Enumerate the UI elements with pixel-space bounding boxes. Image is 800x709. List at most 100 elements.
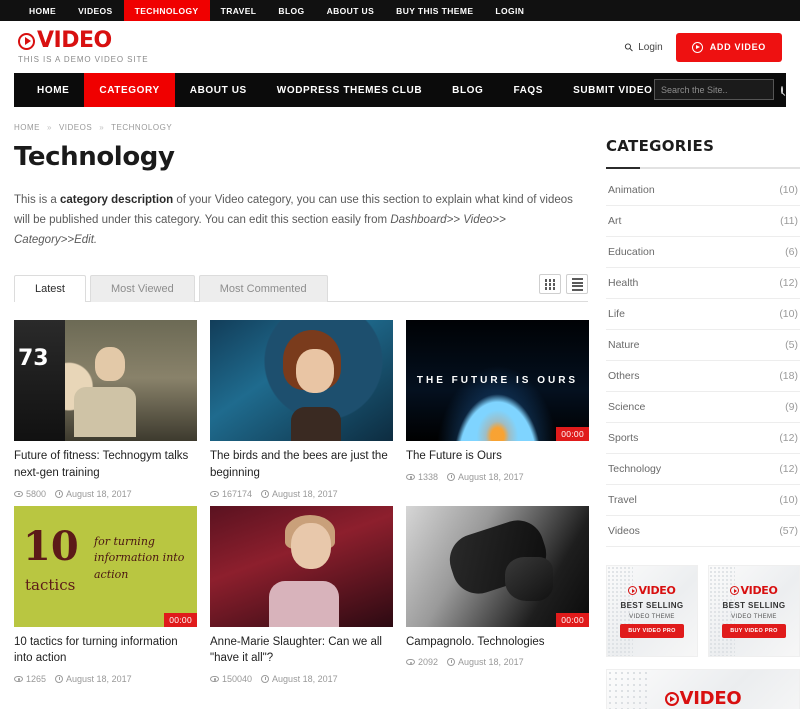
topbar-item-technology[interactable]: TECHNOLOGY — [123, 0, 210, 21]
buy-video-pro-button[interactable]: BUY VIDEO PRO — [722, 624, 786, 638]
category-count: (12) — [779, 463, 798, 475]
video-thumbnail[interactable]: THE FUTURE IS OURS 00:00 — [406, 320, 589, 442]
sidebar-item-health[interactable]: Health (12) — [606, 268, 800, 299]
search-box[interactable] — [654, 79, 783, 100]
video-date: August 18, 2017 — [261, 489, 338, 499]
video-title[interactable]: The birds and the bees are just the begi… — [210, 448, 393, 481]
video-meta: 5800 August 18, 2017 — [14, 489, 197, 499]
topbar-item-about-us[interactable]: ABOUT US — [316, 0, 386, 21]
sidebar: CATEGORIES Animation (10) Art (11) Educa… — [606, 107, 800, 709]
add-video-button[interactable]: ADD VIDEO — [675, 32, 782, 62]
video-thumbnail[interactable]: 10 tactics for turning information into … — [14, 505, 197, 627]
category-count: (10) — [779, 494, 798, 506]
top-navigation-bar: HOME VIDEOS TECHNOLOGY TRAVEL BLOG ABOUT… — [0, 0, 800, 21]
video-card[interactable]: 00:00 Campagnolo. Technologies 2092 Augu… — [406, 505, 589, 684]
buy-video-pro-button[interactable]: BUY VIDEO PRO — [620, 624, 684, 638]
thumbnail-number: 10 — [23, 522, 79, 570]
video-thumbnail[interactable] — [14, 320, 197, 442]
sidebar-item-travel[interactable]: Travel (10) — [606, 485, 800, 516]
tab-most-viewed[interactable]: Most Viewed — [89, 275, 195, 303]
sidebar-item-others[interactable]: Others (18) — [606, 361, 800, 392]
nav-item-faqs[interactable]: FAQS — [498, 73, 558, 107]
category-label: Others — [608, 370, 640, 382]
sidebar-item-art[interactable]: Art (11) — [606, 206, 800, 237]
video-title[interactable]: Campagnolo. Technologies — [406, 634, 589, 651]
category-label: Art — [608, 215, 622, 227]
sidebar-item-education[interactable]: Education (6) — [606, 237, 800, 268]
brand-name: VIDEO — [37, 28, 112, 53]
eye-icon — [210, 490, 219, 497]
breadcrumb-item-videos[interactable]: VIDEOS — [59, 123, 92, 132]
video-card[interactable]: Anne-Marie Slaughter: Can we all "have i… — [210, 505, 393, 684]
topbar-item-travel[interactable]: TRAVEL — [210, 0, 268, 21]
eye-icon — [406, 474, 415, 481]
breadcrumb-item-technology[interactable]: TECHNOLOGY — [111, 123, 172, 132]
description-bold: category description — [60, 194, 174, 206]
main-content: HOME » VIDEOS » TECHNOLOGY Technology Th… — [14, 107, 589, 709]
ad-subline: VIDEO THEME — [731, 614, 777, 620]
topbar-item-home[interactable]: HOME — [18, 0, 67, 21]
sidebar-item-sports[interactable]: Sports (12) — [606, 423, 800, 454]
search-input[interactable] — [661, 84, 778, 95]
video-title[interactable]: The Future is Ours — [406, 448, 589, 465]
site-header: VIDEO THIS IS A DEMO VIDEO SITE ⚲ Login … — [0, 21, 800, 73]
key-icon: ⚲ — [622, 40, 637, 55]
video-title[interactable]: Future of fitness: Technogym talks next-… — [14, 448, 197, 481]
category-count: (6) — [785, 246, 798, 258]
video-title[interactable]: 10 tactics for turning information into … — [14, 634, 197, 667]
search-icon[interactable] — [781, 85, 783, 94]
ad-banner[interactable]: VIDEO BEST SELLING VIDEO THEME BUY VIDEO… — [606, 565, 698, 657]
video-thumbnail[interactable] — [210, 505, 393, 627]
nav-item-submit-video[interactable]: SUBMIT VIDEO — [558, 73, 667, 107]
topbar-item-login[interactable]: LOGIN — [484, 0, 535, 21]
breadcrumb-item-home[interactable]: HOME — [14, 123, 40, 132]
nav-item-wordpress-themes-club[interactable]: WODPRESS THEMES CLUB — [262, 73, 437, 107]
nav-item-category[interactable]: CATEGORY — [84, 73, 175, 107]
video-card[interactable]: Future of fitness: Technogym talks next-… — [14, 320, 197, 499]
video-card[interactable]: The birds and the bees are just the begi… — [210, 320, 393, 499]
topbar-item-videos[interactable]: VIDEOS — [67, 0, 124, 21]
sidebar-item-nature[interactable]: Nature (5) — [606, 330, 800, 361]
topbar-item-buy-this-theme[interactable]: BUY THIS THEME — [385, 0, 484, 21]
sidebar-divider — [606, 167, 800, 169]
login-button[interactable]: ⚲ Login — [622, 40, 662, 55]
sidebar-item-animation[interactable]: Animation (10) — [606, 175, 800, 206]
video-views: 150040 — [210, 674, 252, 684]
video-meta: 1338 August 18, 2017 — [406, 472, 589, 482]
ad-brand: VIDEO — [638, 584, 676, 597]
tab-latest[interactable]: Latest — [14, 275, 86, 303]
sidebar-item-life[interactable]: Life (10) — [606, 299, 800, 330]
video-date: August 18, 2017 — [261, 674, 338, 684]
nav-item-blog[interactable]: BLOG — [437, 73, 498, 107]
video-date: August 18, 2017 — [447, 472, 524, 482]
list-view-button[interactable] — [566, 274, 588, 295]
tab-most-commented[interactable]: Most Commented — [198, 275, 328, 303]
video-thumbnail[interactable] — [210, 320, 393, 442]
site-logo[interactable]: VIDEO THIS IS A DEMO VIDEO SITE — [18, 30, 149, 64]
ad-banner-large[interactable]: VIDEO BEST SELLING — [606, 669, 800, 709]
sidebar-item-videos[interactable]: Videos (57) — [606, 516, 800, 547]
ad-logo: VIDEO — [664, 688, 742, 709]
video-duration-badge: 00:00 — [556, 612, 589, 627]
topbar-item-blog[interactable]: BLOG — [267, 0, 315, 21]
page-body: HOME » VIDEOS » TECHNOLOGY Technology Th… — [0, 107, 800, 709]
nav-item-about-us[interactable]: ABOUT US — [175, 73, 262, 107]
grid-view-button[interactable] — [539, 274, 561, 295]
video-title[interactable]: Anne-Marie Slaughter: Can we all "have i… — [210, 634, 393, 667]
thumbnail-handwriting: for turning information into action — [94, 534, 185, 581]
video-views: 1338 — [406, 472, 438, 482]
thumbnail-word: tactics — [25, 575, 76, 594]
nav-item-home[interactable]: HOME — [22, 73, 84, 107]
category-count: (5) — [785, 339, 798, 351]
sidebar-item-technology[interactable]: Technology (12) — [606, 454, 800, 485]
video-card[interactable]: THE FUTURE IS OURS 00:00 The Future is O… — [406, 320, 589, 498]
category-label: Education — [608, 246, 655, 258]
video-meta: 2092 August 18, 2017 — [406, 657, 589, 667]
ad-banner[interactable]: VIDEO BEST SELLING VIDEO THEME BUY VIDEO… — [708, 565, 800, 657]
video-meta: 150040 August 18, 2017 — [210, 674, 393, 684]
breadcrumb-separator: » — [47, 123, 52, 132]
video-thumbnail[interactable]: 00:00 — [406, 505, 589, 627]
video-card[interactable]: 10 tactics for turning information into … — [14, 505, 197, 684]
category-count: (9) — [785, 401, 798, 413]
sidebar-item-science[interactable]: Science (9) — [606, 392, 800, 423]
